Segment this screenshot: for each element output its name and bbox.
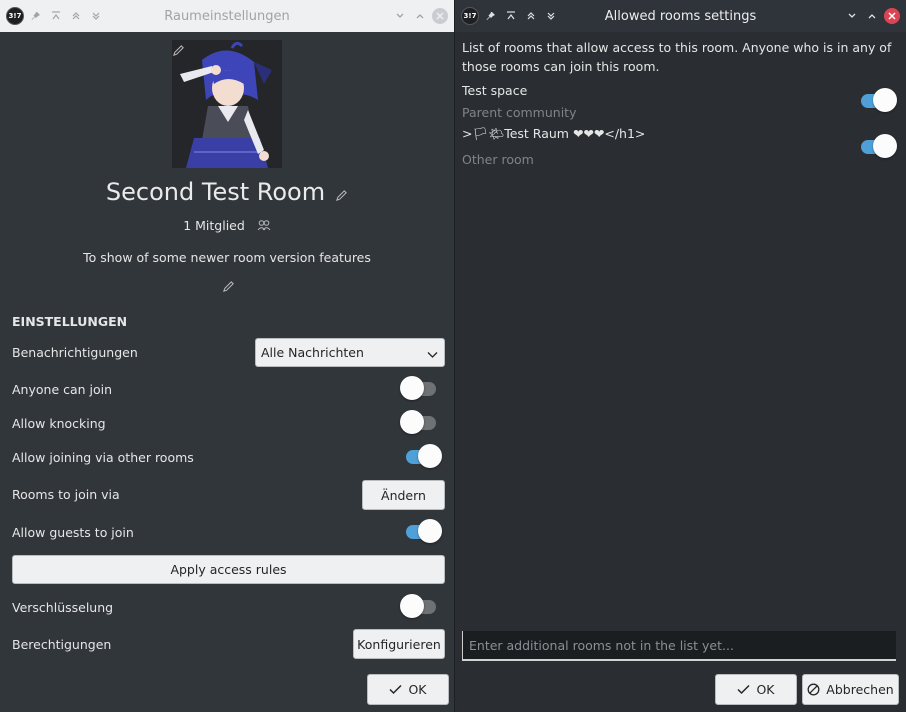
checkmark-icon (737, 684, 750, 695)
keep-above-icon[interactable] (48, 6, 64, 26)
input-focus-underline (462, 659, 896, 661)
add-room-input[interactable] (462, 631, 896, 660)
shade-up-icon[interactable] (523, 6, 539, 26)
app-logo-icon[interactable]: 3!7 (6, 7, 24, 25)
right-ok-label: OK (756, 682, 775, 697)
allowed-rooms-description: List of rooms that allow access to this … (462, 40, 892, 74)
keep-above-icon[interactable] (503, 6, 519, 26)
minimize-icon[interactable] (844, 6, 860, 26)
shade-down-icon[interactable] (543, 6, 559, 26)
room-name-row: Second Test Room (0, 178, 454, 206)
encryption-toggle[interactable] (400, 594, 436, 618)
allow-guests-label: Allow guests to join (12, 525, 134, 540)
member-count: 1 Mitglied (183, 218, 245, 233)
allowed-rooms-window: 3!7 Allowed rooms settings List of rooms… (455, 0, 906, 712)
members-row[interactable]: 1 Mitglied (0, 218, 454, 234)
edit-avatar-icon[interactable] (172, 44, 185, 60)
permissions-label: Berechtigungen (12, 637, 112, 652)
members-icon[interactable] (257, 219, 271, 234)
left-ok-button[interactable]: OK (367, 674, 449, 705)
app-logo-icon[interactable]: 3!7 (461, 7, 479, 25)
rooms-to-join-label: Rooms to join via (12, 487, 120, 502)
checkmark-icon (389, 684, 402, 695)
notifications-value: Alle Nachrichten (261, 345, 364, 360)
room-name: Second Test Room (105, 178, 326, 206)
allow-guests-toggle[interactable] (402, 519, 442, 543)
left-titlebar[interactable]: 3!7 Raumeinstellungen (0, 0, 454, 32)
right-titlebar[interactable]: 3!7 Allowed rooms settings (455, 0, 906, 32)
allow-knocking-toggle[interactable] (400, 410, 436, 434)
close-icon[interactable] (884, 8, 900, 24)
edit-topic-icon[interactable] (222, 280, 235, 296)
room-avatar[interactable] (172, 40, 282, 168)
chevron-down-icon (427, 347, 438, 362)
cancel-label: Abbrechen (826, 682, 894, 697)
pin-icon[interactable] (28, 6, 44, 26)
anyone-can-join-label: Anyone can join (12, 382, 113, 397)
minimize-icon[interactable] (392, 6, 408, 26)
encryption-label: Verschlüsselung (12, 600, 114, 615)
anyone-can-join-toggle[interactable] (400, 376, 436, 400)
room-item-name: >🏳🌤Test Raum ❤❤❤</h1> (462, 126, 646, 141)
allow-joining-via-rooms-toggle[interactable] (402, 444, 442, 468)
maximize-icon[interactable] (412, 6, 428, 26)
room-item-toggle[interactable] (857, 134, 897, 158)
configure-permissions-button[interactable]: Konfigurieren (353, 629, 445, 659)
room-item-subtitle: Other room (462, 152, 534, 167)
right-ok-button[interactable]: OK (715, 674, 797, 705)
allow-joining-via-rooms-label: Allow joining via other rooms (12, 450, 194, 465)
cancel-icon (807, 683, 820, 696)
shade-down-icon[interactable] (88, 6, 104, 26)
pin-icon[interactable] (483, 6, 499, 26)
notifications-select[interactable]: Alle Nachrichten (255, 338, 445, 367)
left-ok-label: OK (408, 682, 427, 697)
allow-knocking-label: Allow knocking (12, 416, 106, 431)
room-topic: To show of some newer room version featu… (83, 250, 371, 265)
room-settings-window: 3!7 Raumeinstellungen Second Test Room 1… (0, 0, 454, 712)
room-item-toggle[interactable] (857, 88, 897, 112)
close-icon[interactable] (432, 8, 448, 24)
change-rooms-button[interactable]: Ändern (362, 480, 445, 510)
edit-room-name-icon[interactable] (335, 189, 348, 205)
room-item-name: Test space (462, 83, 528, 98)
shade-up-icon[interactable] (68, 6, 84, 26)
room-item-subtitle: Parent community (462, 105, 577, 120)
maximize-icon[interactable] (864, 6, 880, 26)
notifications-label: Benachrichtigungen (12, 345, 138, 360)
cancel-button[interactable]: Abbrechen (802, 674, 899, 705)
settings-section-title: EINSTELLUNGEN (12, 314, 128, 329)
room-avatar-wrap[interactable] (172, 40, 282, 168)
apply-access-rules-button[interactable]: Apply access rules (12, 555, 445, 584)
